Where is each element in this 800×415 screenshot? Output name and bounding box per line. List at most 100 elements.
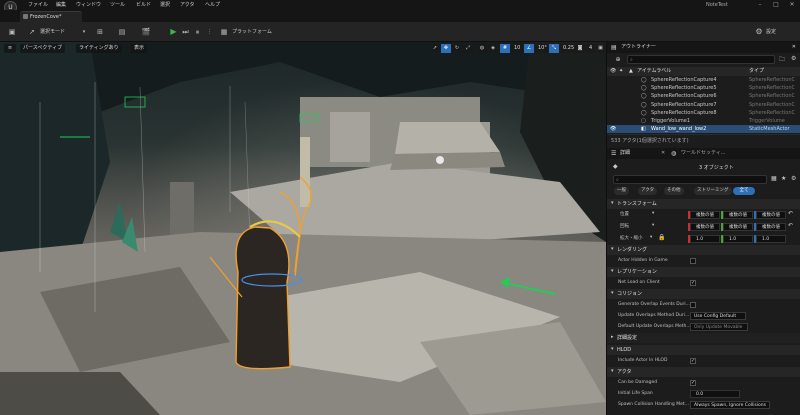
- add-content-icon[interactable]: ⊞: [94, 26, 106, 38]
- reset-icon[interactable]: ↶: [788, 222, 793, 229]
- settings-button[interactable]: 設定: [766, 27, 776, 37]
- section-collision[interactable]: コリジョン: [607, 289, 800, 299]
- list-item[interactable]: ◯ SphereReflectionCapture4 SphereReflect…: [607, 76, 800, 84]
- include-hlod-checkbox[interactable]: ✓: [690, 358, 696, 364]
- rotate-tool-icon[interactable]: ↻: [452, 44, 462, 53]
- play-icon[interactable]: ▶: [168, 26, 179, 38]
- minimize-icon[interactable]: –: [752, 0, 768, 10]
- menu-build[interactable]: ビルド: [136, 1, 151, 9]
- update-overlaps-dropdown[interactable]: Use Config Default: [690, 312, 746, 320]
- menu-actor[interactable]: アクタ: [180, 1, 195, 9]
- platform-dropdown[interactable]: プラットフォーム: [232, 27, 272, 37]
- cinematics-icon[interactable]: 🎬: [140, 26, 152, 38]
- lighting-mode-button[interactable]: ライティングあり: [76, 44, 122, 53]
- filter-all[interactable]: 全て: [733, 187, 755, 195]
- visibility-icon[interactable]: 👁: [610, 125, 616, 133]
- section-rendering[interactable]: レンダリング: [607, 245, 800, 255]
- platform-icon[interactable]: ▦: [218, 26, 230, 38]
- grid-snap-icon[interactable]: #: [500, 44, 510, 53]
- column-type[interactable]: タイプ: [749, 67, 764, 76]
- gear-icon[interactable]: ⚙: [753, 26, 765, 38]
- camera-speed-value[interactable]: 4: [586, 44, 596, 53]
- surface-snap-icon[interactable]: ◈: [488, 44, 498, 53]
- pause-icon[interactable]: ⏸: [192, 26, 203, 38]
- scale-x-field[interactable]: 1.0: [690, 235, 720, 243]
- filter-actor[interactable]: アクタ: [638, 187, 658, 195]
- sort-icon[interactable]: ▲: [629, 67, 633, 76]
- column-label[interactable]: アイテムラベル: [637, 67, 671, 76]
- scale-y-field[interactable]: 1.0: [723, 235, 753, 243]
- play-options-icon[interactable]: ⋮: [204, 26, 215, 38]
- list-item[interactable]: ▢ TriggerVolume1 TriggerVolume: [607, 117, 800, 125]
- actor-hidden-checkbox[interactable]: [690, 258, 696, 264]
- favorites-star-icon[interactable]: ★: [781, 175, 786, 182]
- outliner-search-input[interactable]: ⌕: [627, 55, 775, 64]
- list-item-selected[interactable]: 👁 ◧ Wand_low_wand_low2 StaticMeshActor: [607, 125, 800, 134]
- scale-tool-icon[interactable]: ⤢: [463, 44, 473, 53]
- step-icon[interactable]: ⏭: [180, 26, 191, 38]
- chevron-down-icon[interactable]: ▾: [611, 200, 614, 206]
- list-item[interactable]: ◯ SphereReflectionCapture6 SphereReflect…: [607, 92, 800, 100]
- chevron-down-icon[interactable]: ▾: [652, 211, 654, 216]
- show-button[interactable]: 表示: [131, 44, 148, 53]
- menu-tools[interactable]: ツール: [110, 1, 125, 9]
- folder-icon[interactable]: 🗀: [779, 55, 785, 65]
- save-icon[interactable]: ▣: [6, 26, 18, 38]
- tab-world-settings[interactable]: ワールドセッティ...: [681, 148, 725, 159]
- translate-tool-icon[interactable]: ✥: [441, 44, 451, 53]
- scale-snap-icon[interactable]: ⤡: [549, 44, 559, 53]
- settings-icon[interactable]: ⚙: [791, 55, 796, 62]
- rotation-snap-value[interactable]: 10°: [535, 44, 550, 53]
- gen-overlap-checkbox[interactable]: [690, 302, 696, 308]
- menu-file[interactable]: ファイル: [28, 1, 48, 9]
- grid-view-icon[interactable]: ▦: [771, 175, 777, 182]
- filter-general[interactable]: 一般: [614, 187, 629, 195]
- perspective-button[interactable]: パースペクティブ: [20, 44, 66, 53]
- chevron-right-icon[interactable]: ▸: [611, 334, 614, 340]
- reset-icon[interactable]: ↶: [788, 210, 793, 217]
- select-mode-icon[interactable]: ➚: [26, 26, 38, 38]
- chevron-down-icon[interactable]: ▾: [652, 223, 654, 228]
- initial-life-field[interactable]: 0.0: [690, 390, 740, 398]
- chevron-down-icon[interactable]: ▾: [611, 268, 614, 274]
- chevron-down-icon[interactable]: ▾: [611, 290, 614, 296]
- list-item[interactable]: ◯ SphereReflectionCapture5 SphereReflect…: [607, 84, 800, 92]
- close-icon[interactable]: ✕: [792, 42, 796, 53]
- select-tool-icon[interactable]: ➚: [430, 44, 440, 53]
- menu-edit[interactable]: 編集: [56, 1, 66, 9]
- rotation-z-field[interactable]: 複数の値: [756, 223, 786, 231]
- close-icon[interactable]: ✕: [661, 148, 665, 159]
- blueprint-icon[interactable]: ▤: [116, 26, 128, 38]
- chevron-down-icon[interactable]: ▾: [611, 246, 614, 252]
- chevron-down-icon[interactable]: ▾: [650, 235, 652, 240]
- section-transform[interactable]: トランスフォーム: [607, 199, 800, 209]
- location-z-field[interactable]: 複数の値: [756, 211, 786, 219]
- details-search-input[interactable]: ⌕: [613, 175, 767, 184]
- visibility-icon[interactable]: 👁: [610, 67, 616, 76]
- section-advanced[interactable]: 詳細設定: [607, 333, 800, 343]
- grid-snap-value[interactable]: 10: [511, 44, 524, 53]
- rotation-snap-icon[interactable]: ∠: [524, 44, 534, 53]
- section-replication[interactable]: レプリケーション: [607, 267, 800, 277]
- filter-streaming[interactable]: ストリーミング: [694, 187, 732, 195]
- location-x-field[interactable]: 複数の値: [690, 211, 720, 219]
- level-viewport[interactable]: [0, 42, 606, 415]
- tab-details[interactable]: 詳細: [620, 148, 630, 159]
- world-local-icon[interactable]: ◍: [477, 44, 487, 53]
- add-filter-icon[interactable]: ⊕: [610, 55, 626, 64]
- menu-select[interactable]: 選択: [160, 1, 170, 9]
- list-item[interactable]: ◯ SphereReflectionCapture7 SphereReflect…: [607, 101, 800, 109]
- location-y-field[interactable]: 複数の値: [723, 211, 753, 219]
- chevron-down-icon[interactable]: ▾: [611, 368, 614, 374]
- section-actor[interactable]: アクタ: [607, 367, 800, 377]
- filter-misc[interactable]: その他: [664, 187, 684, 195]
- viewport-layout-icon[interactable]: ▣: [596, 44, 605, 53]
- viewport-menu-icon[interactable]: ≡: [4, 44, 16, 53]
- lock-icon[interactable]: 🔒: [658, 234, 665, 241]
- can-be-damaged-checkbox[interactable]: ✓: [690, 380, 696, 386]
- level-tab[interactable]: FrozenCove*: [20, 11, 82, 22]
- menu-window[interactable]: ウィンドウ: [76, 1, 101, 9]
- pin-icon[interactable]: ✦: [619, 67, 623, 76]
- chevron-down-icon[interactable]: ▾: [78, 26, 90, 38]
- spawn-collision-dropdown[interactable]: Always Spawn, Ignore Collisions: [690, 401, 770, 409]
